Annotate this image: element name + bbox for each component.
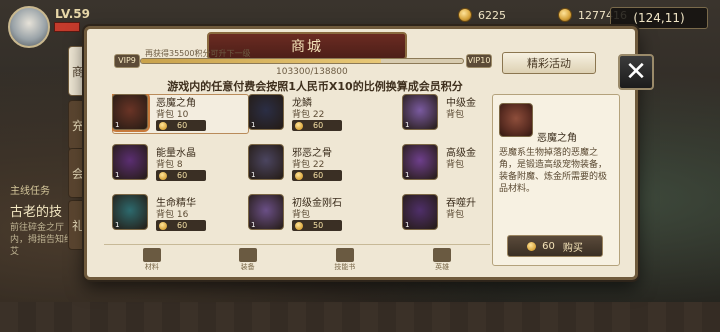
vip-current-badge: VIP9	[114, 54, 140, 68]
gem-coin-icon	[558, 8, 572, 22]
item-price: 60	[292, 170, 342, 181]
item-bag-count: 背包	[292, 210, 311, 220]
item-icon: 1	[248, 194, 284, 230]
item-bag-count: 背包 22	[292, 160, 325, 170]
player-avatar[interactable]	[8, 6, 50, 48]
player-level: LV.59	[55, 7, 90, 21]
item-bag-count: 背包 10	[156, 110, 189, 120]
ground-tiles	[0, 302, 720, 332]
buy-price: 60	[542, 240, 555, 252]
vip-next-badge: VIP10	[466, 54, 492, 68]
quest-panel[interactable]: 主线任务 古老的技 前往碎金之厅内，拇指告知给艾	[10, 182, 74, 257]
gold-value: 6225	[478, 8, 506, 22]
coin-icon	[295, 121, 303, 130]
item-count: 1	[115, 121, 120, 129]
buy-button[interactable]: 60 购买	[507, 235, 603, 257]
coin-icon	[159, 121, 167, 130]
shop-item[interactable]: 1 恶魔之角 背包 10 60	[112, 94, 248, 134]
vip-progress-fill	[141, 59, 381, 63]
item-price: 60	[156, 120, 206, 131]
shop-item[interactable]: 1 龙鳞 背包 22 60	[248, 94, 384, 134]
item-price: 60	[292, 120, 342, 131]
shop-item[interactable]: 1 能量水晶 背包 8 60	[112, 144, 248, 184]
crossed-tools-icon	[238, 247, 257, 262]
player-hp-bar	[54, 22, 80, 32]
vip-progress-track	[140, 58, 464, 64]
nav-skillbooks-label: 技能书	[334, 262, 356, 271]
item-bag-count: 背包	[446, 160, 465, 170]
conversion-notice: 游戏内的任意付费会按照1人民币X10的比例换算成会员积分	[167, 80, 463, 93]
shop-item[interactable]: 1 吞噬升 背包	[402, 194, 488, 234]
shop-item[interactable]: 1 初级金刚石 背包 50	[248, 194, 384, 234]
item-count: 1	[251, 171, 256, 179]
item-detail-panel: 恶魔之角 恶魔系生物掉落的恶魔之角，是锻造高级宠物装备，装备附魔、炼金所需要的极…	[492, 94, 620, 266]
nav-materials[interactable]: 材料	[142, 247, 161, 272]
close-button[interactable]: ✕	[618, 54, 654, 90]
nav-heroes-label: 英雄	[435, 262, 450, 271]
item-count: 1	[115, 221, 120, 229]
item-grid: 1 恶魔之角 背包 10 60 1 龙鳞 背包 22 60 1 中级金 背包 1 能量水晶 背包 8 60 1…	[112, 94, 488, 240]
item-count: 1	[405, 121, 410, 129]
nav-heroes[interactable]: 英雄	[433, 247, 452, 272]
item-bag-count: 背包 22	[292, 110, 325, 120]
coin-icon	[159, 221, 167, 230]
quest-title: 主线任务	[10, 186, 50, 197]
item-icon: 1	[248, 144, 284, 180]
item-count: 1	[251, 221, 256, 229]
item-price-value: 60	[313, 121, 324, 130]
item-icon: 1	[112, 94, 148, 130]
vip-progress-text: 103300/138800	[276, 67, 348, 77]
item-price: 60	[156, 170, 206, 181]
item-icon: 1	[402, 144, 438, 180]
bottom-category-nav: 材料 装备 技能书 英雄	[104, 244, 490, 274]
item-icon: 1	[248, 94, 284, 130]
item-bag-count: 背包 8	[156, 160, 183, 170]
item-count: 1	[405, 171, 410, 179]
item-bag-count: 背包	[446, 110, 465, 120]
event-button[interactable]: 精彩活动	[502, 52, 596, 74]
detail-item-desc: 恶魔系生物掉落的恶魔之角，是锻造高级宠物装备，装备附魔、炼金所需要的极品材料。	[499, 148, 608, 194]
treasure-chest-icon	[142, 247, 161, 262]
item-price: 50	[292, 220, 342, 231]
item-price-value: 60	[177, 221, 188, 230]
item-price-value: 50	[313, 221, 324, 230]
quest-desc: 前往碎金之厅内，拇指告知给艾	[10, 223, 74, 257]
item-bag-count: 背包	[446, 210, 465, 220]
item-icon: 1	[402, 94, 438, 130]
helmet-icon	[433, 247, 452, 262]
buy-label: 购买	[562, 242, 583, 254]
item-price: 60	[156, 220, 206, 231]
shop-item[interactable]: 1 邪恶之骨 背包 22 60	[248, 144, 384, 184]
nav-equipment-label: 装备	[240, 262, 255, 271]
coin-icon	[527, 241, 537, 251]
item-count: 1	[251, 121, 256, 129]
demon-horn-icon	[499, 103, 533, 137]
item-bag-count: 背包 16	[156, 210, 189, 220]
detail-item-name: 恶魔之角	[537, 133, 577, 144]
item-price-value: 60	[313, 171, 324, 180]
gold-coin-icon	[458, 8, 472, 22]
scroll-icon	[335, 247, 354, 262]
nav-equipment[interactable]: 装备	[238, 247, 257, 272]
item-icon: 1	[112, 194, 148, 230]
item-icon: 1	[402, 194, 438, 230]
item-price-value: 60	[177, 121, 188, 130]
item-count: 1	[115, 171, 120, 179]
shop-item[interactable]: 1 中级金 背包	[402, 94, 488, 134]
item-count: 1	[405, 221, 410, 229]
nav-skillbooks[interactable]: 技能书	[334, 247, 356, 272]
resource-gold: 6225	[458, 7, 506, 23]
quest-name: 古老的技	[10, 205, 63, 220]
coin-icon	[159, 171, 167, 180]
item-icon: 1	[112, 144, 148, 180]
shop-item[interactable]: 1 高级金 背包	[402, 144, 488, 184]
shop-item[interactable]: 1 生命精华 背包 16 60	[112, 194, 248, 234]
coin-icon	[295, 171, 303, 180]
nav-materials-label: 材料	[144, 262, 159, 271]
coin-icon	[295, 221, 303, 230]
item-price-value: 60	[177, 171, 188, 180]
